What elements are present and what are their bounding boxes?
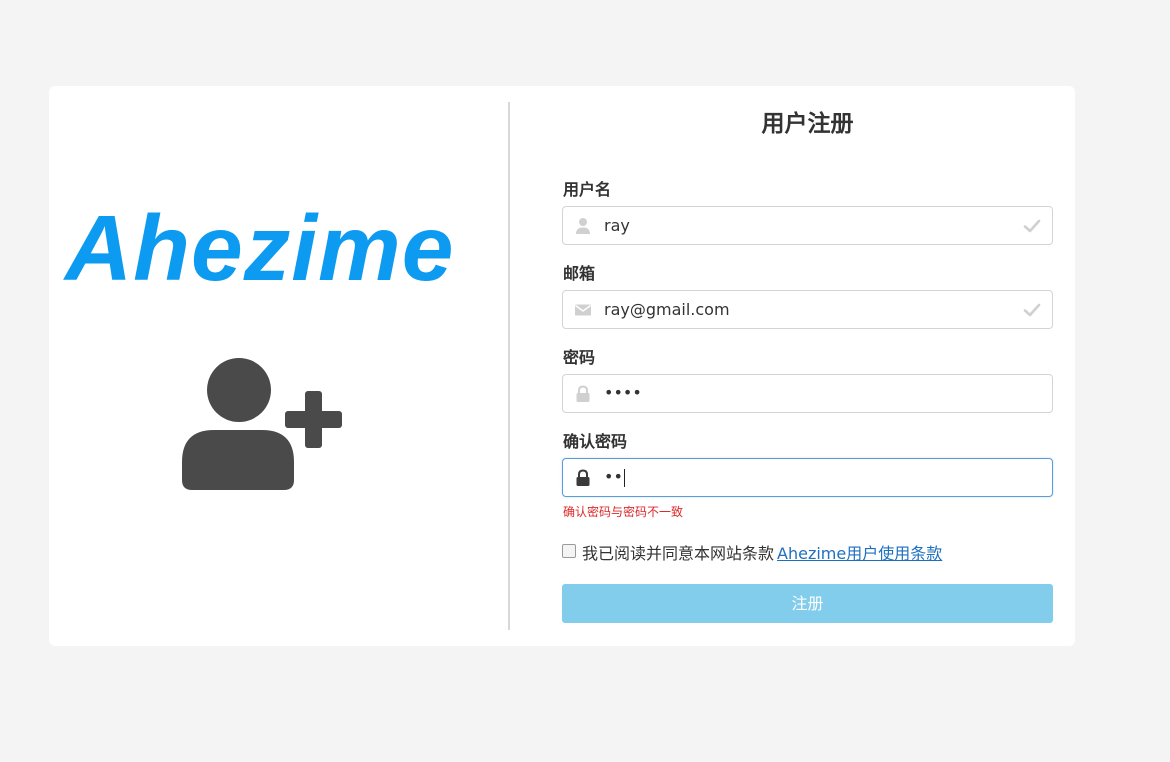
text-caret [623, 468, 625, 487]
email-label: 邮箱 [563, 264, 596, 283]
lock-icon [576, 385, 590, 402]
terms-link[interactable]: Ahezime用户使用条款 [777, 540, 942, 564]
username-label: 用户名 [563, 180, 612, 199]
branding-panel: Ahezime [49, 86, 508, 646]
email-input[interactable]: ray@gmail.com [562, 290, 1053, 329]
register-button[interactable]: 注册 [562, 584, 1053, 623]
envelope-icon [575, 304, 591, 316]
check-icon [1023, 303, 1041, 317]
password-mismatch-error: 确认密码与密码不一致 [563, 505, 684, 519]
username-input[interactable]: ray [562, 206, 1053, 245]
confirm-password-label: 确认密码 [563, 432, 628, 451]
panel-divider [508, 102, 510, 630]
confirm-password-input[interactable]: •• [562, 458, 1053, 497]
check-icon [1023, 219, 1041, 233]
form-title: 用户注册 [761, 111, 854, 137]
lock-icon [576, 469, 590, 486]
brand-logo-text: Ahezime [65, 196, 455, 300]
add-user-icon [182, 358, 342, 490]
confirm-password-dots: •• [604, 467, 623, 486]
username-value: ray [604, 216, 630, 235]
password-label: 密码 [563, 348, 596, 367]
password-input[interactable]: •••• [562, 374, 1053, 413]
confirm-password-value: •• [604, 467, 625, 487]
register-form: 用户注册 用户名 ray 邮箱 ray@gmail.com 密码 •••• 确认… [562, 86, 1053, 646]
terms-text: 我已阅读并同意本网站条款 [582, 544, 775, 563]
terms-agreement: 我已阅读并同意本网站条款 Ahezime用户使用条款 [562, 541, 942, 563]
register-card: Ahezime 用户注册 用户名 ray 邮箱 ray@gmail.com 密码… [49, 86, 1075, 646]
terms-checkbox[interactable] [562, 544, 576, 558]
user-icon [576, 218, 590, 234]
email-value: ray@gmail.com [604, 300, 730, 319]
password-value: •••• [604, 383, 642, 402]
